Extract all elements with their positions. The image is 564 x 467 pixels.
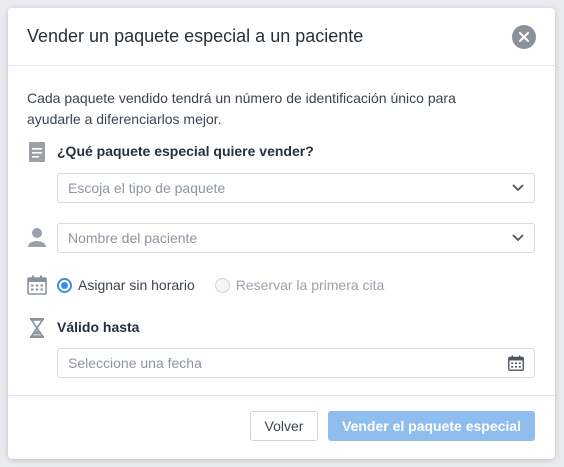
radio-book-first-appointment[interactable]: Reservar la primera cita (214, 277, 385, 293)
radio-dot (214, 277, 230, 293)
back-button[interactable]: Volver (250, 411, 318, 441)
package-question-row: ¿Qué paquete especial quiere vender? (27, 141, 536, 165)
radio-assign-without-schedule[interactable]: Asignar sin horario (57, 277, 195, 293)
calendar-icon (27, 274, 47, 296)
dialog-body: Cada paquete vendido tendrá un número de… (8, 66, 555, 396)
radio-label: Reservar la primera cita (235, 277, 385, 293)
radio-label: Asignar sin horario (78, 277, 195, 293)
valid-until-date-input[interactable]: Seleccione una fecha (57, 348, 535, 378)
package-question-label: ¿Qué paquete especial quiere vender? (57, 143, 314, 159)
document-icon (27, 141, 47, 163)
radio-dot (57, 277, 72, 293)
close-button[interactable] (512, 24, 536, 49)
dialog-footer: Volver Vender el paquete especial (8, 395, 555, 459)
chevron-down-icon (512, 184, 524, 192)
sell-package-dialog: Vender un paquete especial a un paciente… (8, 8, 555, 459)
patient-name-select[interactable]: Nombre del paciente (57, 223, 535, 253)
hourglass-icon (27, 317, 47, 339)
dialog-description: Cada paquete vendido tendrá un número de… (27, 90, 456, 127)
package-type-placeholder: Escoja el tipo de paquete (68, 180, 226, 196)
date-placeholder: Seleccione una fecha (68, 355, 202, 371)
close-icon (519, 31, 529, 42)
sell-package-button[interactable]: Vender el paquete especial (328, 411, 535, 441)
valid-until-label: Válido hasta (57, 319, 140, 335)
dialog-header: Vender un paquete especial a un paciente (8, 8, 555, 66)
dialog-title: Vender un paquete especial a un paciente (27, 26, 364, 46)
patient-name-placeholder: Nombre del paciente (68, 230, 198, 246)
person-icon (27, 226, 47, 248)
calendar-icon[interactable] (508, 355, 524, 371)
package-type-select[interactable]: Escoja el tipo de paquete (57, 173, 535, 203)
chevron-down-icon (512, 234, 524, 242)
schedule-radio-group: Asignar sin horario Reservar la primera … (57, 276, 404, 294)
